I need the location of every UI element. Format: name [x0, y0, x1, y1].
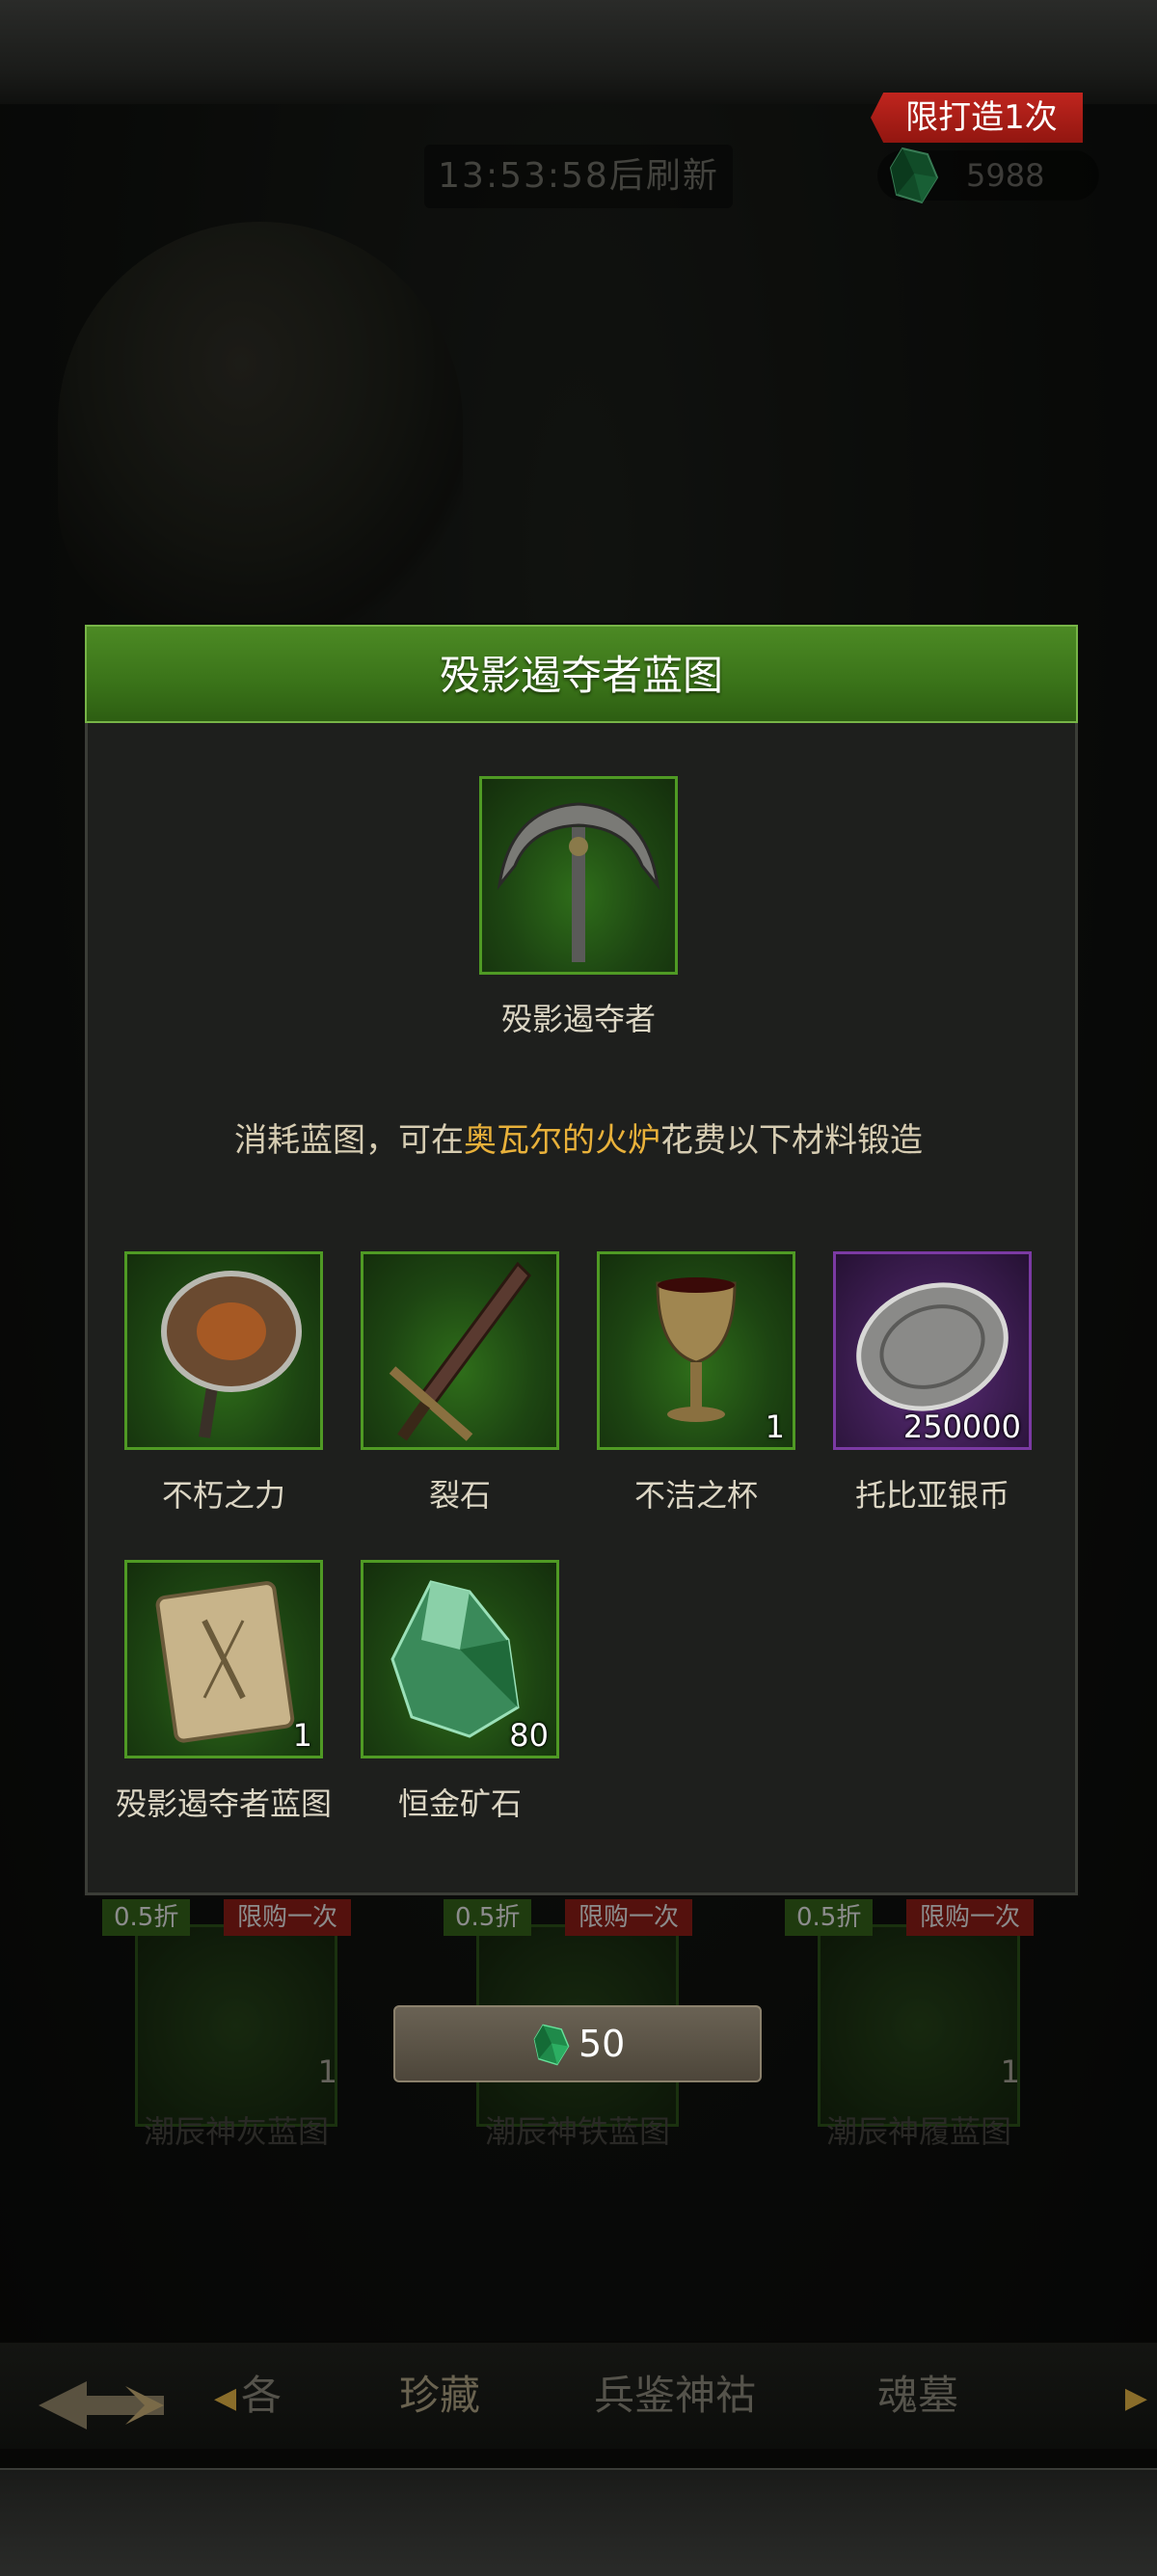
- scroll-right-icon[interactable]: ▶: [1125, 2381, 1147, 2415]
- bottom-frame: [0, 2468, 1157, 2576]
- material-count: 80: [509, 1717, 549, 1754]
- material-count: 250000: [902, 1409, 1021, 1445]
- winged-axe-icon: [161, 1271, 302, 1438]
- material-slot[interactable]: 250000: [833, 1251, 1032, 1450]
- buy-price: 50: [578, 2023, 626, 2065]
- green-gem-icon: [533, 2024, 570, 2066]
- description-prefix: 消耗蓝图，可在: [234, 1121, 464, 1160]
- greatsword-icon: [389, 1261, 531, 1441]
- buy-button[interactable]: 50: [393, 2005, 762, 2082]
- tab-soul-tomb[interactable]: 魂墓: [877, 2343, 958, 2449]
- tab-partial[interactable]: 各: [241, 2343, 282, 2449]
- scroll-left-icon[interactable]: ◀: [214, 2381, 236, 2415]
- goblet-icon: [656, 1277, 737, 1422]
- material-name: 托比亚银币: [854, 1477, 1009, 1514]
- material-name: 不朽之力: [161, 1477, 285, 1514]
- back-arrow-icon[interactable]: [29, 2362, 202, 2449]
- result-item-name: 殁影遏夺者: [500, 1001, 656, 1037]
- material-slot[interactable]: 1: [124, 1560, 323, 1758]
- forge-location-link[interactable]: 奥瓦尔的火炉: [464, 1121, 660, 1160]
- description-suffix: 花费以下材料锻造: [660, 1121, 923, 1160]
- dialog-header: 殁影遏夺者蓝图: [85, 625, 1078, 723]
- top-frame: [0, 0, 1157, 106]
- dialog-title: 殁影遏夺者蓝图: [439, 652, 723, 699]
- blueprint-scroll-icon: [155, 1581, 295, 1743]
- tab-weapons[interactable]: 兵鉴神祜: [594, 2343, 756, 2449]
- shop-tabs: ◀ 各 珍藏 兵鉴神祜 魂墓 ▶: [0, 2343, 1157, 2449]
- material-slot[interactable]: [361, 1251, 559, 1450]
- craft-limit-tag: 限打造1次: [871, 93, 1083, 143]
- result-item-slot[interactable]: [479, 776, 678, 975]
- material-count: 1: [765, 1409, 785, 1445]
- material-count: 1: [292, 1717, 312, 1754]
- material-name: 殁影遏夺者蓝图: [115, 1785, 332, 1822]
- anchor-weapon-icon: [497, 802, 660, 962]
- material-name: 不洁之杯: [633, 1477, 758, 1514]
- tab-collection[interactable]: 珍藏: [399, 2343, 480, 2449]
- material-name: 恒金矿石: [397, 1785, 522, 1822]
- forge-description: 消耗蓝图，可在奥瓦尔的火炉花费以下材料锻造: [0, 1114, 1157, 1161]
- material-slot[interactable]: 80: [361, 1560, 559, 1758]
- material-name: 裂石: [428, 1477, 491, 1514]
- material-slot[interactable]: 1: [597, 1251, 795, 1450]
- material-slot[interactable]: [124, 1251, 323, 1450]
